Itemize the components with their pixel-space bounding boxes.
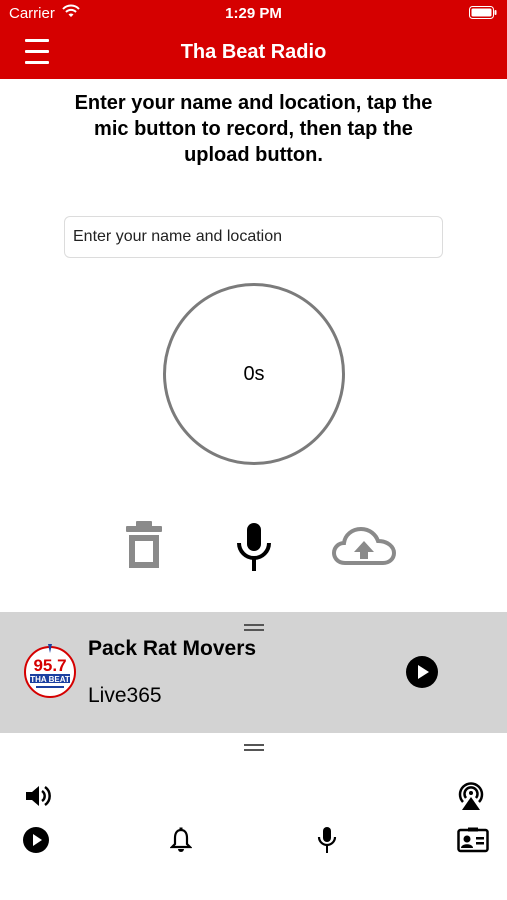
clock: 1:29 PM [225,5,282,22]
nav-bar: Tha Beat Radio [0,26,507,79]
microphone-icon[interactable] [317,826,337,854]
trash-icon [124,519,164,571]
bottom-drag-handle[interactable] [244,744,264,752]
microphone-icon [235,521,273,573]
status-bar: Carrier 1:29 PM [0,0,507,26]
now-playing-subtitle: Live365 [88,684,162,707]
page-title: Tha Beat Radio [180,41,327,63]
svg-text:THA BEAT: THA BEAT [30,675,70,684]
svg-text:95.7: 95.7 [33,656,66,675]
play-circle-icon [406,656,438,688]
contact-card-icon[interactable] [457,827,489,853]
record-button[interactable] [235,521,273,573]
battery-icon [469,6,497,19]
delete-recording-button[interactable] [124,519,164,571]
station-logo: 95.7 THA BEAT [22,641,78,703]
instructions-text: Enter your name and location, tap the mi… [74,92,433,166]
cloud-upload-icon [331,525,397,569]
now-playing-title: Pack Rat Movers [88,637,257,660]
record-timer-circle: 0s [163,283,345,465]
airplay-icon[interactable] [455,780,487,812]
drag-handle[interactable] [244,624,264,632]
name-location-input[interactable] [64,216,443,258]
timer-label: 0s [243,363,265,385]
speaker-volume-icon[interactable] [24,782,54,810]
upload-button[interactable] [331,525,397,569]
play-circle-icon[interactable] [23,827,49,853]
bell-icon[interactable] [170,827,192,853]
now-playing-play-button[interactable] [406,656,438,688]
